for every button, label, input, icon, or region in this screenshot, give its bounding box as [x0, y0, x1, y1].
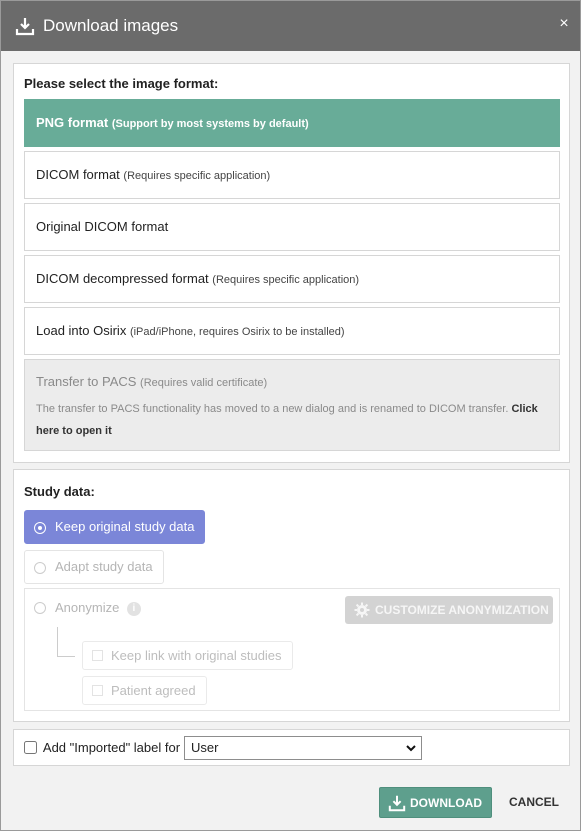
keep-original-study-radio[interactable]: Keep original study data: [24, 510, 206, 544]
download-icon: [388, 795, 406, 812]
format-option-hint: (iPad/iPhone, requires Osirix to be inst…: [129, 326, 345, 338]
download-images-dialog: Download images × Please select the imag…: [0, 0, 581, 831]
select-value: User: [191, 740, 219, 755]
anonymize-radio[interactable]: Anonymize i: [25, 595, 141, 621]
format-option-dicom[interactable]: DICOM format (Requires specific applicat…: [24, 151, 560, 199]
tree-connector: [57, 627, 75, 657]
radio-checked-icon: [34, 522, 46, 534]
dialog-title: Download images: [43, 16, 179, 35]
checkbox-label: Patient agreed: [111, 683, 196, 698]
format-panel: Please select the image format: PNG form…: [13, 63, 570, 463]
imported-label-checkbox[interactable]: [24, 741, 37, 754]
format-option-hint: (Requires specific application): [123, 170, 271, 182]
radio-unchecked-icon: [34, 562, 46, 574]
format-option-label: DICOM format: [36, 167, 120, 182]
format-option-transfer-pacs: Transfer to PACS (Requires valid certifi…: [24, 359, 560, 451]
checkbox-icon: [92, 650, 103, 661]
cancel-button[interactable]: CANCEL: [501, 787, 567, 818]
imported-label-text: Add "Imported" label for: [42, 740, 181, 755]
checkbox-label: Keep link with original studies: [111, 648, 282, 663]
imported-label-select[interactable]: User: [184, 736, 422, 760]
format-heading: Please select the image format:: [24, 76, 219, 91]
format-option-original-dicom[interactable]: Original DICOM format: [24, 203, 560, 251]
gear-icon: [354, 602, 370, 618]
download-button[interactable]: DOWNLOAD: [379, 787, 492, 818]
format-option-dicom-decompressed[interactable]: DICOM decompressed format (Requires spec…: [24, 255, 560, 303]
keep-link-checkbox[interactable]: Keep link with original studies: [82, 641, 293, 670]
format-option-label: Transfer to PACS: [36, 374, 137, 389]
imported-label-panel: Add "Imported" label for User: [13, 729, 570, 766]
format-option-label: Load into Osirix: [36, 323, 127, 338]
pacs-note-text: The transfer to PACS functionality has m…: [36, 403, 509, 415]
format-option-osirix[interactable]: Load into Osirix (iPad/iPhone, requires …: [24, 307, 560, 355]
customize-anonymization-button[interactable]: CUSTOMIZE ANONYMIZATION: [345, 596, 553, 624]
study-data-panel: Study data: Keep original study data Ada…: [13, 469, 570, 722]
patient-agreed-checkbox[interactable]: Patient agreed: [82, 676, 207, 705]
pacs-note: The transfer to PACS functionality has m…: [36, 398, 548, 442]
close-icon[interactable]: ×: [556, 15, 572, 35]
format-option-hint: (Requires specific application): [212, 274, 360, 286]
format-option-label: PNG format: [36, 115, 109, 130]
study-heading: Study data:: [24, 484, 95, 499]
imported-label-row: Add "Imported" label for: [24, 739, 180, 757]
adapt-study-radio[interactable]: Adapt study data: [24, 550, 164, 584]
download-label: DOWNLOAD: [410, 796, 482, 810]
radio-unchecked-icon: [34, 602, 46, 614]
format-option-hint: (Requires valid certificate): [140, 377, 268, 389]
customize-label: CUSTOMIZE ANONYMIZATION: [375, 603, 549, 617]
info-icon[interactable]: i: [126, 601, 141, 616]
format-option-hint: (Support by most systems by default): [111, 118, 309, 130]
format-option-png[interactable]: PNG format (Support by most systems by d…: [24, 99, 560, 147]
radio-label: Anonymize: [55, 600, 120, 615]
format-option-label: Original DICOM format: [36, 219, 169, 234]
radio-label: Adapt study data: [55, 559, 153, 574]
checkbox-icon: [92, 685, 103, 696]
dialog-titlebar: Download images ×: [1, 1, 580, 51]
format-option-label: DICOM decompressed format: [36, 271, 209, 286]
chevron-down-icon: [406, 745, 416, 752]
radio-label: Keep original study data: [55, 519, 195, 534]
anonymize-box: Anonymize i CUSTOMIZE ANONYMIZATION Keep…: [24, 588, 560, 711]
download-icon: [15, 18, 35, 36]
